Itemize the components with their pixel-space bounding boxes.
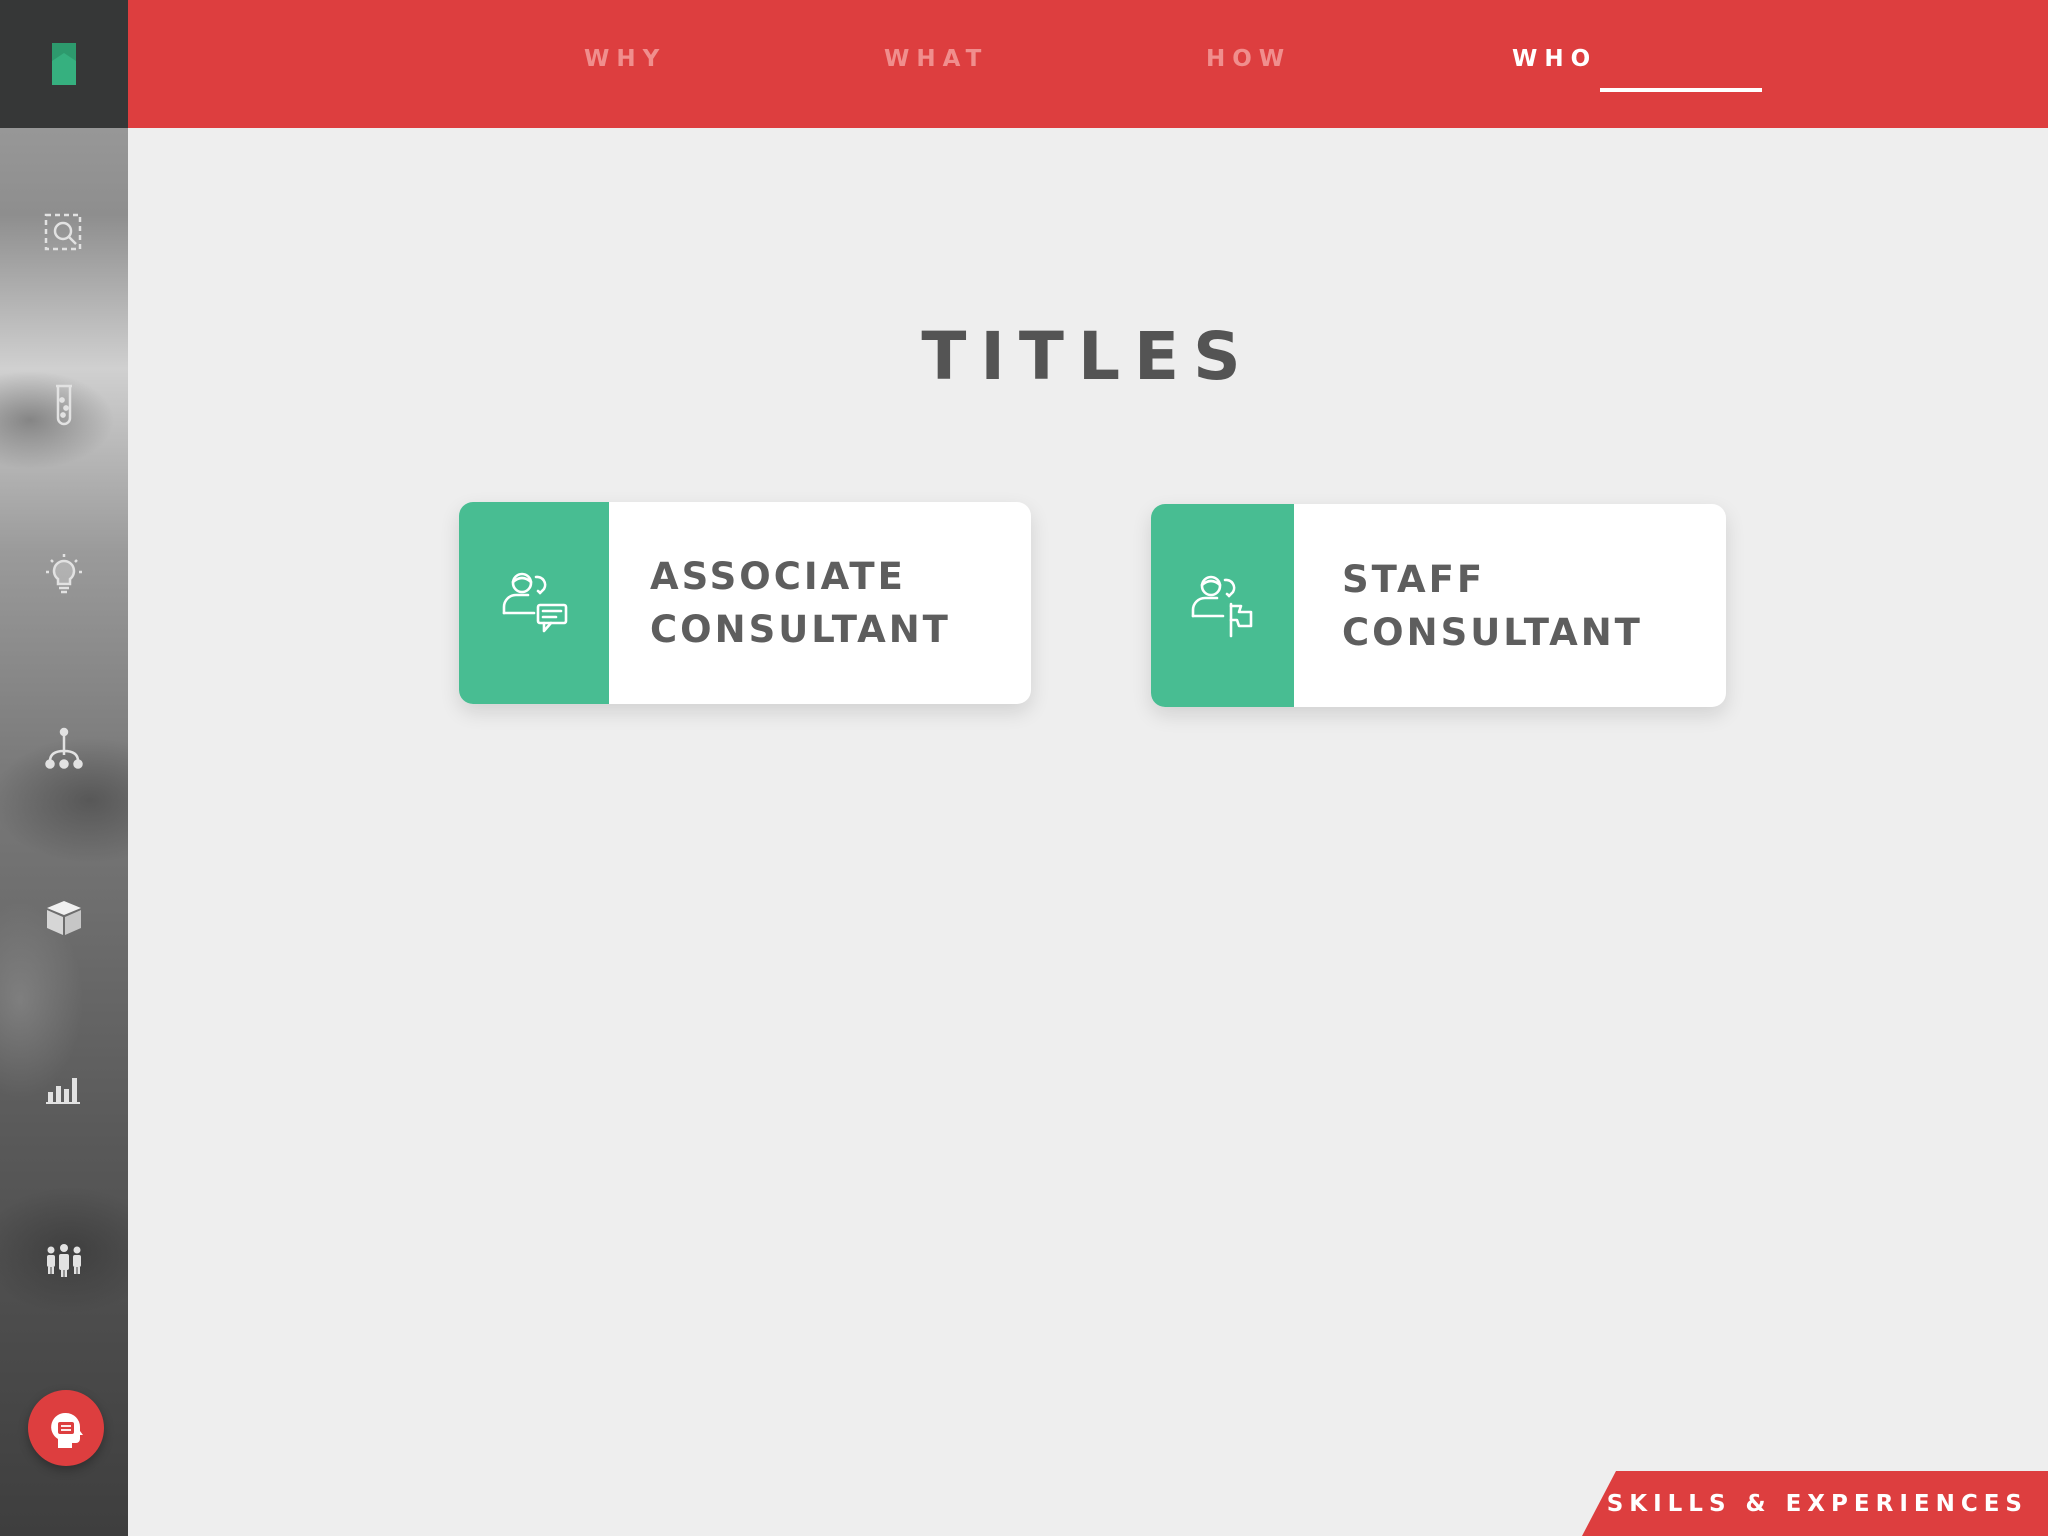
- card-label-line1: ASSOCIATE: [650, 555, 906, 598]
- consultant-chat-icon: [502, 572, 568, 633]
- search-selection-icon[interactable]: [40, 209, 88, 257]
- title-card-staff-consultant[interactable]: STAFF CONSULTANT: [1151, 504, 1726, 707]
- tab-how[interactable]: HOW: [1206, 46, 1291, 72]
- section-tag[interactable]: SKILLS & EXPERIENCES: [1582, 1471, 2048, 1536]
- lightbulb-icon[interactable]: [40, 550, 88, 598]
- card-label-line2: CONSULTANT: [650, 608, 951, 651]
- card-label-line1: STAFF: [1342, 557, 1486, 601]
- sidebar: [0, 0, 128, 1536]
- card-label: ASSOCIATE CONSULTANT: [609, 502, 951, 704]
- page-title: TITLES: [921, 318, 1255, 395]
- cube-icon[interactable]: [40, 893, 88, 941]
- consultant-flag-icon: [1191, 575, 1252, 637]
- team-icon[interactable]: [40, 1236, 88, 1284]
- help-chat-icon: [51, 1412, 83, 1448]
- tab-what[interactable]: WHAT: [884, 46, 988, 72]
- card-label: STAFF CONSULTANT: [1294, 504, 1643, 707]
- app-logo[interactable]: [0, 0, 128, 128]
- help-chat-button[interactable]: [28, 1390, 104, 1466]
- card-icon-pane: [1151, 504, 1294, 707]
- tab-who[interactable]: WHO: [1512, 46, 1597, 72]
- active-tab-underline: [1600, 88, 1762, 92]
- bookmark-logo-icon: [52, 43, 76, 85]
- bar-chart-icon[interactable]: [40, 1062, 88, 1110]
- top-nav-bar: WHY WHAT HOW WHO: [128, 0, 2048, 128]
- tab-why[interactable]: WHY: [584, 46, 666, 72]
- test-tube-icon[interactable]: [40, 380, 88, 428]
- hierarchy-icon[interactable]: [40, 725, 88, 773]
- card-icon-pane: [459, 502, 609, 704]
- card-label-line2: CONSULTANT: [1342, 610, 1643, 654]
- title-card-associate-consultant[interactable]: ASSOCIATE CONSULTANT: [459, 502, 1031, 704]
